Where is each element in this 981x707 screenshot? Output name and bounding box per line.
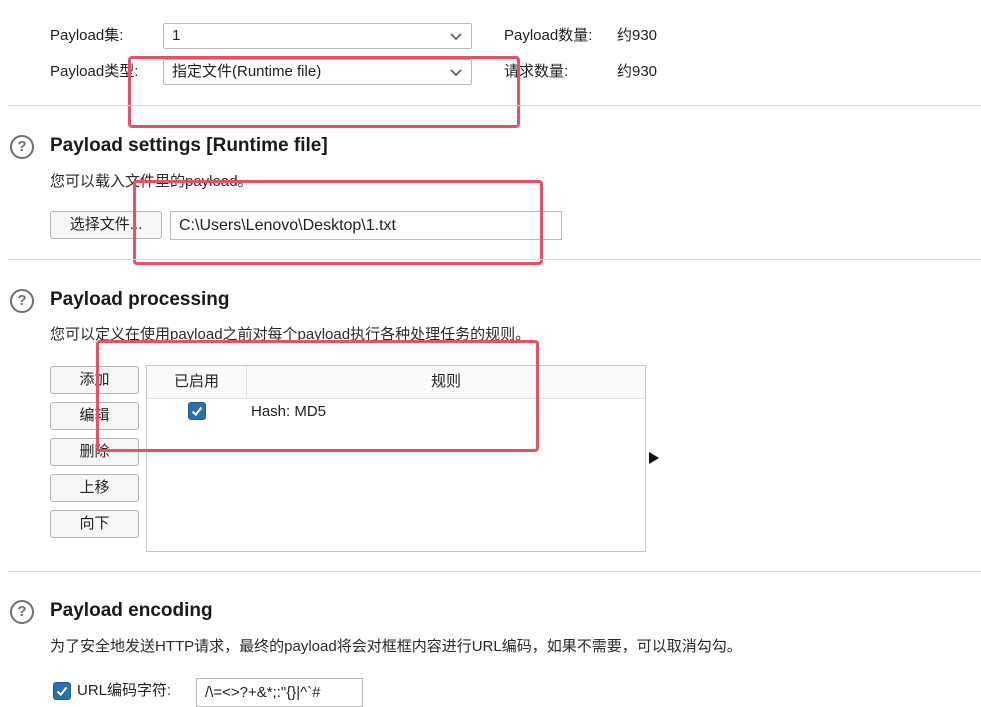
url-encode-checkbox[interactable] bbox=[53, 682, 71, 700]
move-up-button[interactable]: 上移 bbox=[50, 474, 139, 502]
table-row[interactable]: Hash: MD5 bbox=[147, 399, 645, 427]
payload-count-label: Payload数量: bbox=[504, 27, 593, 44]
help-circle-icon[interactable]: ? bbox=[10, 289, 34, 313]
section-divider bbox=[8, 105, 981, 106]
url-encode-chars-field[interactable]: /\=<>?+&*;:"{}|^`# bbox=[196, 678, 363, 707]
triangle-right-icon[interactable] bbox=[648, 451, 660, 465]
encoding-section-title: Payload encoding bbox=[50, 600, 213, 621]
add-rule-button[interactable]: 添加 bbox=[50, 366, 139, 394]
column-header-enabled[interactable]: 已启用 bbox=[147, 366, 247, 399]
payload-type-label: Payload类型: bbox=[50, 63, 139, 80]
payload-type-select[interactable]: 指定文件(Runtime file) bbox=[163, 59, 472, 85]
url-encode-label: URL编码字符: bbox=[77, 682, 172, 699]
file-path-field[interactable]: C:\Users\Lenovo\Desktop\1.txt bbox=[170, 211, 562, 240]
help-circle-icon[interactable]: ? bbox=[10, 135, 34, 159]
help-circle-icon[interactable]: ? bbox=[10, 600, 34, 624]
processing-section-title: Payload processing bbox=[50, 289, 230, 310]
settings-section-title: Payload settings [Runtime file] bbox=[50, 135, 328, 156]
settings-description: 您可以载入文件里的payload。 bbox=[50, 173, 253, 190]
chevron-down-icon bbox=[450, 33, 462, 41]
delete-rule-button[interactable]: 删除 bbox=[50, 438, 139, 466]
request-count-label: 请求数量: bbox=[504, 63, 569, 80]
request-count-value: 约930 bbox=[617, 63, 658, 80]
rules-table: 已启用 规则 Hash: MD5 bbox=[146, 365, 646, 552]
edit-rule-button[interactable]: 编辑 bbox=[50, 402, 139, 430]
payload-count-value: 约930 bbox=[617, 27, 658, 44]
move-down-button[interactable]: 向下 bbox=[50, 510, 139, 538]
payload-set-select[interactable]: 1 bbox=[163, 23, 472, 49]
section-divider bbox=[8, 259, 981, 260]
column-header-rule[interactable]: 规则 bbox=[247, 366, 645, 399]
chevron-down-icon bbox=[450, 69, 462, 77]
payload-set-value: 1 bbox=[172, 27, 181, 44]
payload-type-value: 指定文件(Runtime file) bbox=[172, 63, 322, 80]
checkmark-icon bbox=[191, 406, 203, 416]
checkmark-icon bbox=[56, 686, 68, 696]
rule-enabled-checkbox[interactable] bbox=[188, 402, 206, 420]
encoding-description: 为了安全地发送HTTP请求，最终的payload将会对框框内容进行URL编码，如… bbox=[50, 638, 742, 655]
rule-cell: Hash: MD5 bbox=[251, 403, 327, 420]
section-divider bbox=[8, 571, 981, 572]
processing-description: 您可以定义在使用payload之前对每个payload执行各种处理任务的规则。 bbox=[50, 326, 531, 343]
choose-file-button[interactable]: 选择文件... bbox=[50, 211, 162, 239]
payload-set-label: Payload集: bbox=[50, 27, 124, 44]
